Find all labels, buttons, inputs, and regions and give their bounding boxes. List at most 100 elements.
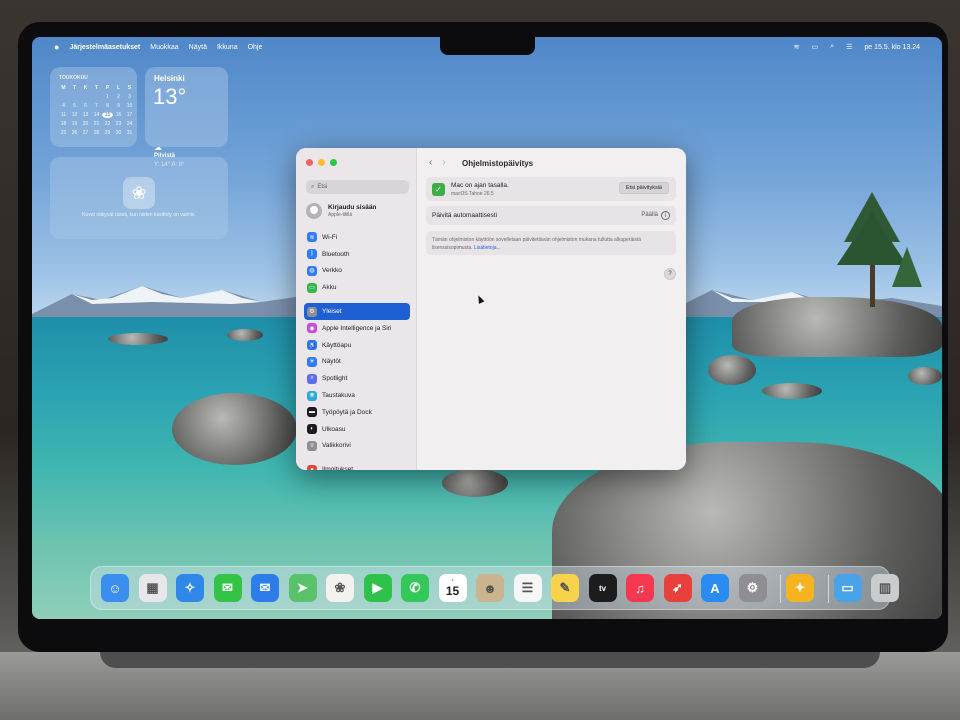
- system-settings-window: ⌕ Etsi Kirjaudu sisään Apple-tilillä ≋ Wi…: [296, 148, 686, 470]
- dock-rocket-app-icon[interactable]: ➶: [663, 574, 692, 602]
- spotlight-search-icon[interactable]: ⌕: [830, 43, 834, 51]
- dock-system-settings-icon[interactable]: ⚙: [738, 574, 767, 602]
- dock-messages-icon[interactable]: ✉: [213, 574, 242, 602]
- info-icon[interactable]: i: [661, 211, 670, 220]
- appearance-icon: ◐: [307, 424, 317, 435]
- account-signin[interactable]: Kirjaudu sisään Apple-tilillä: [306, 203, 376, 219]
- sidebar-item-battery[interactable]: ▭ Akku: [304, 279, 410, 296]
- display-icon: ☀: [307, 356, 317, 367]
- sidebar-item-label: Ilmoitukset: [322, 466, 354, 470]
- menu-app-name[interactable]: Järjestelmäasetukset: [69, 44, 140, 51]
- dock-trash-icon[interactable]: ▥: [871, 574, 899, 602]
- photos-widget[interactable]: ❀ Kuvat näkyvät tässä, kun niiden käsitt…: [50, 157, 228, 239]
- calendar-month: TOUKOKUU: [59, 75, 88, 81]
- calendar-widget[interactable]: TOUKOKUU M T K T P L S 1 2 3 4 5 6 7 8 9 10 11 12 13 14 15 16 1…: [50, 67, 137, 147]
- dock-tips-icon[interactable]: ✦: [786, 574, 814, 602]
- calendar-day: [80, 94, 91, 100]
- dock-finder-icon[interactable]: ☺: [101, 574, 129, 602]
- dock-phone-icon[interactable]: ✆: [401, 574, 429, 602]
- check-updates-button[interactable]: Etsi päivityksiä: [618, 182, 669, 194]
- siri-icon: ◉: [307, 323, 317, 334]
- weather-temperature: 13°: [153, 84, 187, 109]
- license-notice: Tämän ohjelmiston käyttöön sovelletaan p…: [426, 231, 676, 255]
- software-update-pane: ‹ › Ohjelmistopäivitys ✓ Mac on ajan tas…: [417, 148, 686, 470]
- calendar-day: 6: [84, 103, 87, 109]
- sidebar-item-spotlight[interactable]: ⌕ Spotlight: [304, 370, 410, 387]
- back-arrow-icon[interactable]: ‹: [429, 157, 432, 168]
- sidebar-item-display[interactable]: ☀ Näytöt: [304, 354, 410, 371]
- battery-icon: ▭: [307, 282, 317, 293]
- menu-view[interactable]: Näytä: [189, 44, 207, 51]
- calendar-weekday: M: [61, 85, 66, 91]
- sidebar-item-label: Wi-Fi: [322, 233, 338, 241]
- calendar-grid: M T K T P L S 1 2 3 4 5 6 7 8 9 10 11 12 13 14 15 16 17 18 19 20 21…: [58, 85, 135, 136]
- weather-city: Helsinki: [154, 74, 185, 83]
- dock-notes-icon[interactable]: ✎: [551, 574, 579, 602]
- sidebar-item-wallpaper[interactable]: ❋ Taustakuva: [304, 387, 410, 404]
- dock-tv-icon[interactable]: tv: [588, 574, 617, 602]
- calendar-day: 23: [115, 121, 122, 127]
- control-center-icon[interactable]: ☰: [846, 43, 852, 51]
- dock-mail-icon[interactable]: ✉: [251, 574, 279, 602]
- photos-icon: ❀: [123, 177, 155, 209]
- battery-status-icon[interactable]: ▭: [812, 43, 819, 51]
- sidebar-item-menubar[interactable]: ≡ Valikkorivi: [304, 438, 410, 455]
- sidebar-item-appearance[interactable]: ◐ Ulkoasu: [304, 421, 410, 438]
- dock-music-icon[interactable]: ♫: [626, 574, 654, 602]
- sidebar-list: ≋ Wi-Fi ᛒ Bluetooth ◍ Verkko ▭ Akku ⚙ Yleiset ◉ App…: [304, 229, 410, 470]
- dock-downloads-folder-icon[interactable]: ▭: [833, 574, 862, 602]
- help-button[interactable]: ?: [664, 268, 676, 280]
- menu-window[interactable]: Ikkuna: [217, 44, 238, 51]
- sidebar-item-wifi[interactable]: ≋ Wi-Fi: [304, 229, 410, 246]
- close-window-button[interactable]: [306, 159, 313, 166]
- menu-help[interactable]: Ohje: [248, 44, 263, 51]
- calendar-day: 17: [126, 112, 133, 118]
- weather-widget[interactable]: Helsinki 13° ☁ Pilvistä Y: 14° A: 8°: [145, 67, 228, 168]
- dock-reminders-icon[interactable]: ☰: [513, 574, 542, 602]
- account-subtitle: Apple-tilillä: [328, 212, 353, 218]
- dock-app-store-icon[interactable]: A: [701, 574, 729, 602]
- dock-photos-icon[interactable]: ❀: [326, 574, 354, 602]
- avatar: [306, 203, 322, 219]
- sidebar-item-globe[interactable]: ◍ Verkko: [304, 263, 410, 280]
- sidebar-item-label: Valikkorivi: [322, 442, 351, 450]
- dock-calendar-icon[interactable]: • 15: [438, 574, 467, 602]
- sidebar-item-accessibility[interactable]: ♿ Käyttöapu: [304, 337, 410, 354]
- sidebar-item-dock[interactable]: ▬ Työpöytä ja Dock: [304, 404, 410, 421]
- dock-contacts-icon[interactable]: ☻: [476, 574, 504, 602]
- pane-title: Ohjelmistopäivitys: [462, 159, 534, 168]
- wifi-status-icon[interactable]: ≋: [794, 43, 800, 51]
- sidebar-item-bluetooth[interactable]: ᛒ Bluetooth: [304, 246, 410, 263]
- search-placeholder: Etsi: [317, 184, 328, 190]
- calendar-day: 31: [126, 130, 133, 136]
- sidebar-item-siri[interactable]: ◉ Apple Intelligence ja Siri: [304, 320, 410, 337]
- apple-menu-icon[interactable]: ●: [54, 42, 59, 52]
- menu-edit[interactable]: Muokkaa: [150, 44, 178, 51]
- sidebar-item-gear[interactable]: ⚙ Yleiset: [304, 303, 410, 320]
- calendar-day: 21: [93, 121, 100, 127]
- dock-safari-icon[interactable]: ✧: [176, 574, 204, 602]
- notice-text: Tämän ohjelmiston käyttöön sovelletaan p…: [432, 237, 642, 251]
- sidebar-item-label: Bluetooth: [322, 250, 350, 258]
- wallpaper-rock: [708, 355, 756, 385]
- calendar-weekday: P: [105, 85, 110, 91]
- dock-facetime-icon[interactable]: ▶: [363, 574, 392, 602]
- learn-more-link[interactable]: Lisätietoja...: [474, 245, 501, 251]
- calendar-weekday: T: [94, 85, 99, 91]
- wallpaper-rock: [442, 469, 508, 497]
- sidebar-item-notifications[interactable]: ● Ilmoitukset: [304, 461, 410, 470]
- sidebar-item-label: Yleiset: [322, 308, 342, 316]
- minimize-window-button[interactable]: [318, 159, 325, 166]
- dock-launchpad-icon[interactable]: ▦: [138, 574, 167, 602]
- forward-arrow-icon[interactable]: ›: [442, 157, 445, 168]
- calendar-day: 18: [60, 121, 67, 127]
- auto-update-row[interactable]: Päivitä automaattisesti Päällä i: [426, 206, 676, 225]
- sidebar-search-field[interactable]: ⌕ Etsi: [306, 180, 409, 194]
- navigation-arrows: ‹ ›: [429, 157, 446, 168]
- zoom-window-button[interactable]: [330, 159, 337, 166]
- calendar-day: 11: [60, 112, 67, 118]
- menubar-datetime[interactable]: pe 15.5. klo 13.24: [864, 44, 920, 51]
- notifications-icon: ●: [307, 464, 317, 470]
- dock-maps-icon[interactable]: ➤: [288, 574, 317, 602]
- calendar-day-number: 15: [445, 584, 460, 598]
